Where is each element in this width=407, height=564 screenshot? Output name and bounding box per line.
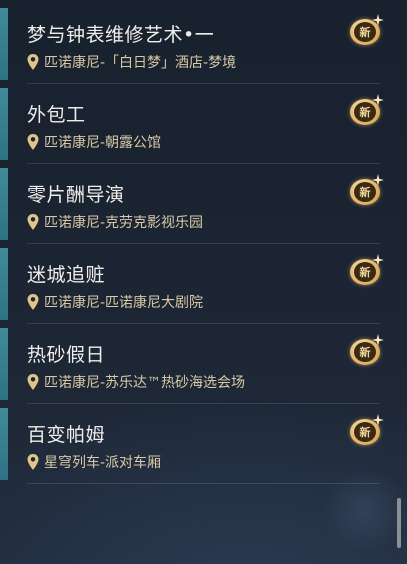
- quest-title: 迷城追赃: [27, 264, 106, 286]
- quest-item[interactable]: 梦与钟表维修艺术•一 匹诺康尼-「白日梦」酒店-梦境 新: [0, 4, 384, 84]
- sparkle-icon: [372, 14, 384, 26]
- sparkle-icon: [372, 174, 384, 186]
- quest-accent-bar: [0, 328, 8, 400]
- quest-item[interactable]: 百变帕姆 星穹列车-派对车厢 新: [0, 404, 384, 484]
- quest-location-text: 匹诺康尼-匹诺康尼大剧院: [44, 295, 204, 311]
- quest-item[interactable]: 外包工 匹诺康尼-朝露公馆 新: [0, 84, 384, 164]
- sparkle-icon: [372, 334, 384, 346]
- quest-location-text: 星穹列车-派对车厢: [44, 455, 162, 471]
- map-pin-icon: [27, 374, 39, 390]
- new-badge-label: 新: [359, 25, 371, 39]
- new-badge-label: 新: [359, 185, 371, 199]
- map-pin-icon: [27, 294, 39, 310]
- quest-item[interactable]: 热砂假日 匹诺康尼-苏乐达™热砂海选会场 新: [0, 324, 384, 404]
- scrollbar-thumb[interactable]: [397, 498, 401, 548]
- quest-item[interactable]: 零片酬导演 匹诺康尼-克劳克影视乐园 新: [0, 164, 384, 244]
- quest-location: 匹诺康尼-苏乐达™热砂海选会场: [26, 372, 245, 392]
- quest-title: 百变帕姆: [27, 424, 106, 446]
- quest-location-text: 匹诺康尼-克劳克影视乐园: [44, 215, 204, 231]
- new-badge-icon: 新: [348, 334, 384, 368]
- new-badge-label: 新: [359, 265, 371, 279]
- new-badge-icon: 新: [348, 414, 384, 448]
- sparkle-icon: [372, 414, 384, 426]
- map-pin-icon: [27, 134, 39, 150]
- quest-accent-bar: [0, 408, 8, 480]
- quest-item[interactable]: 迷城追赃 匹诺康尼-匹诺康尼大剧院 新: [0, 244, 384, 324]
- quest-accent-bar: [0, 8, 8, 80]
- quest-title: 梦与钟表维修艺术•一: [27, 24, 215, 46]
- quest-location-text: 匹诺康尼-「白日梦」酒店-梦境: [44, 55, 237, 71]
- map-pin-icon: [27, 54, 39, 70]
- new-badge-icon: 新: [348, 254, 384, 288]
- quest-location-text: 匹诺康尼-朝露公馆: [44, 135, 162, 151]
- quest-title: 热砂假日: [27, 344, 106, 366]
- map-pin-icon: [27, 214, 39, 230]
- new-badge-label: 新: [359, 345, 371, 359]
- quest-accent-bar: [0, 248, 8, 320]
- new-badge-icon: 新: [348, 174, 384, 208]
- quest-location: 匹诺康尼-匹诺康尼大剧院: [26, 292, 203, 312]
- divider: [27, 483, 380, 484]
- quest-title: 外包工: [27, 104, 86, 126]
- new-badge-label: 新: [359, 105, 371, 119]
- quest-location: 匹诺康尼-朝露公馆: [26, 132, 161, 152]
- quest-accent-bar: [0, 168, 8, 240]
- quest-location: 星穹列车-派对车厢: [26, 452, 161, 472]
- quest-location: 匹诺康尼-克劳克影视乐园: [26, 212, 203, 232]
- quest-location: 匹诺康尼-「白日梦」酒店-梦境: [26, 52, 236, 72]
- sparkle-icon: [372, 94, 384, 106]
- new-badge-icon: 新: [348, 14, 384, 48]
- quest-location-text: 匹诺康尼-苏乐达™热砂海选会场: [44, 375, 246, 391]
- new-badge-icon: 新: [348, 94, 384, 128]
- sparkle-icon: [372, 254, 384, 266]
- map-pin-icon: [27, 454, 39, 470]
- quest-title: 零片酬导演: [27, 184, 125, 206]
- quest-accent-bar: [0, 88, 8, 160]
- new-badge-label: 新: [359, 425, 371, 439]
